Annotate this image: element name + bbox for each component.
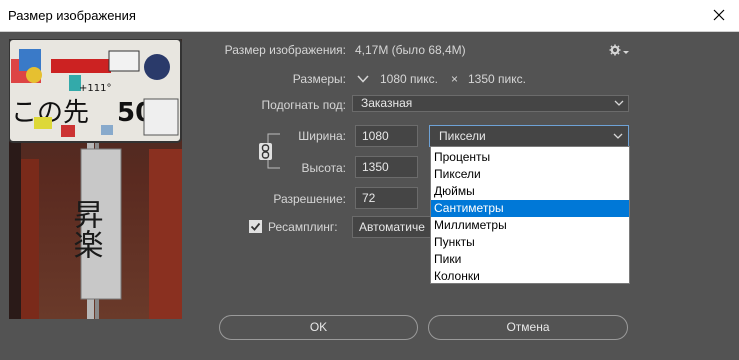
width-unit-value: Пиксели [439,129,486,143]
image-preview: +111° この先 50 昇楽 [9,39,182,319]
chevron-down-icon [357,75,369,83]
dimensions-label: Размеры: [292,72,346,86]
chevron-down-icon [613,133,623,139]
resample-label: Ресамплинг: [268,220,338,234]
dimensions-height: 1350 пикс. [468,72,526,86]
resample-select[interactable]: Автоматиче [352,216,434,238]
settings-menu-button[interactable] [609,43,631,57]
unit-option-inches[interactable]: Дюймы [431,183,629,200]
unit-option-picas[interactable]: Пики [431,251,629,268]
fit-to-value: Заказная [361,96,413,110]
width-label: Ширина: [298,129,346,143]
close-button[interactable] [705,2,733,28]
constrain-proportions-button[interactable] [259,143,272,160]
dimensions-times: × [451,72,459,86]
image-size-label: Размер изображения: [224,43,346,57]
fit-to-label: Подогнать под: [261,98,346,112]
cancel-button[interactable]: Отмена [428,315,628,340]
chevron-down-icon [614,100,624,106]
preview-photo: +111° この先 50 昇楽 [9,39,182,319]
unit-option-centimeters[interactable]: Сантиметры [431,200,629,217]
resolution-input[interactable]: 72 [355,187,418,209]
resample-checkbox[interactable] [249,220,262,233]
gear-icon [609,44,629,56]
dimensions-toggle[interactable] [356,72,370,86]
vertical-sign-text: 昇楽 [68,199,103,259]
image-size-value: 4,17M (было 68,4M) [355,43,466,57]
unit-option-percent[interactable]: Проценты [431,149,629,166]
unit-dropdown-list: Проценты Пиксели Дюймы Сантиметры Миллим… [430,146,630,284]
unit-option-columns[interactable]: Колонки [431,268,629,285]
unit-option-points[interactable]: Пункты [431,234,629,251]
title-bar: Размер изображения [0,0,739,32]
width-unit-select[interactable]: Пиксели [429,125,629,147]
checkmark-icon [250,222,261,231]
sign-top-text: +111° [79,83,111,94]
height-label: Высота: [301,161,346,175]
resolution-label: Разрешение: [273,192,346,206]
fit-to-select[interactable]: Заказная [352,95,629,112]
window-title: Размер изображения [8,8,136,23]
dimensions-width: 1080 пикс. [380,72,438,86]
width-input[interactable]: 1080 [355,125,418,147]
ok-button[interactable]: OK [219,315,418,340]
chain-link-icon [261,144,270,159]
height-input[interactable]: 1350 [355,156,418,178]
unit-option-pixels[interactable]: Пиксели [431,166,629,183]
unit-option-millimeters[interactable]: Миллиметры [431,217,629,234]
close-icon [713,9,725,21]
